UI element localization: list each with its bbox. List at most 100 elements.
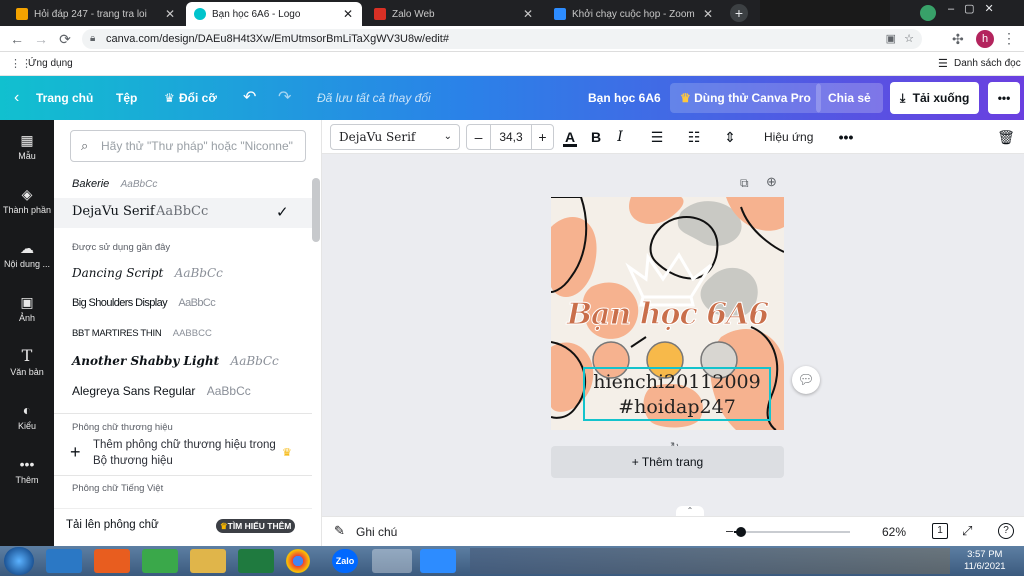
font-option[interactable]: Dancing Script AaBbCc [72, 266, 223, 280]
page-action-icon[interactable]: ▣ [886, 29, 896, 49]
font-option[interactable]: Big Shoulders Display AaBbCc [72, 295, 216, 309]
spacing-icon[interactable]: ⇕ [718, 124, 742, 150]
design-page[interactable]: Bạn học 6A6 hienchi20112009 #hoidap247 [551, 197, 784, 430]
explorer-icon[interactable] [190, 549, 226, 573]
page-count[interactable]: 1 [932, 523, 948, 539]
extension-status-icon[interactable] [920, 5, 936, 21]
rail-photos[interactable]: ▣ Ảnh [0, 294, 54, 323]
rail-elements[interactable]: ◈ Thành phần [0, 186, 54, 215]
new-tab-button[interactable]: + [730, 4, 748, 22]
collapse-notes-icon[interactable]: ⌃ [676, 506, 704, 516]
zoom-slider-thumb[interactable] [736, 527, 746, 537]
bottom-bar: ✎ Ghi chú – 62% 1 ⤢ ? [322, 516, 1024, 546]
ie-icon[interactable] [46, 549, 82, 573]
add-page-icon[interactable]: ⊕ [766, 174, 777, 190]
rail-text[interactable]: T Văn bản [0, 348, 54, 378]
reading-list-icon[interactable]: ☰ [938, 57, 948, 70]
system-clock[interactable]: 3:57 PM 11/6/2021 [964, 549, 1006, 573]
bold-button[interactable]: B [584, 124, 608, 150]
font-option[interactable]: Bakerie AaBbCc [72, 176, 157, 190]
reading-list-link[interactable]: Danh sách đọc [954, 58, 1021, 69]
redo-icon[interactable]: ↷ [278, 76, 291, 120]
reload-icon[interactable]: ⟳ [56, 30, 74, 48]
start-button[interactable] [4, 547, 34, 575]
close-icon[interactable]: ✕ [522, 7, 534, 21]
more-options-button[interactable]: ••• [988, 82, 1020, 114]
align-center-icon[interactable]: ☰ [645, 124, 669, 150]
rail-more[interactable]: ••• Thêm [0, 456, 54, 485]
star-icon[interactable]: ☆ [904, 29, 914, 49]
apps-link[interactable]: Ứng dụng [28, 58, 73, 69]
selected-textbox[interactable]: hienchi20112009 #hoidap247 [583, 367, 771, 421]
font-size-value[interactable]: 34,3 [491, 125, 531, 149]
chrome-active-icon[interactable] [372, 549, 412, 573]
comment-icon[interactable]: 💬︎ [792, 366, 820, 394]
rail-label: Thành phần [2, 205, 52, 215]
notes-button[interactable]: Ghi chú [356, 525, 397, 539]
help-icon[interactable]: ? [998, 523, 1014, 539]
back-icon[interactable]: ← [8, 30, 26, 48]
tab-zoom[interactable]: Khởi chạy cuộc họp - Zoom ✕ [546, 2, 722, 26]
design-title[interactable]: Bạn học 6A6 [588, 76, 661, 120]
resize-button[interactable]: Đổi cỡ [179, 76, 217, 120]
font-family-dropdown[interactable]: DejaVu Serif ⌄ [330, 124, 460, 150]
canvas-scrollbar[interactable] [1014, 154, 1022, 486]
add-page-button[interactable]: + Thêm trang [551, 446, 784, 478]
text-color-button[interactable]: A [558, 124, 582, 150]
zalo-taskbar-icon[interactable]: Zalo [332, 549, 358, 573]
rail-styles[interactable]: ◐ Kiểu [0, 402, 54, 431]
trash-icon[interactable]: 🗑︎ [994, 124, 1018, 150]
learn-more-badge[interactable]: ♛TÌM HIỂU THÊM [216, 519, 296, 533]
effects-button[interactable]: Hiệu ứng [764, 120, 813, 154]
file-menu[interactable]: Tệp [116, 76, 137, 120]
rail-uploads[interactable]: ☁ Nội dung ... [0, 240, 54, 269]
increase-size-button[interactable]: + [531, 125, 553, 149]
download-button[interactable]: ⤓ Tải xuống [890, 82, 980, 114]
url-field[interactable]: 🔒︎ canva.com/design/DAEu8H4t3Xw/EmUtmsor… [82, 29, 922, 49]
tab-hoidap[interactable]: Hỏi đáp 247 - trang tra loi ✕ [8, 2, 184, 26]
zoom-slider[interactable] [734, 527, 850, 537]
zoom-out-icon[interactable]: – [726, 523, 733, 538]
tab-zalo[interactable]: Zalo Web ✕ [366, 2, 542, 26]
close-icon[interactable]: ✕ [164, 7, 176, 21]
back-chevron-icon[interactable]: ‹ [14, 76, 19, 120]
close-icon[interactable]: ✕ [702, 7, 714, 21]
panel-scrollbar[interactable] [312, 178, 320, 242]
excel-icon[interactable] [238, 549, 274, 573]
browser-menu-icon[interactable]: ⋮ [1002, 30, 1016, 47]
font-option[interactable]: Alegreya Sans Regular AaBbCc [72, 384, 251, 398]
upload-font-link[interactable]: Tải lên phông chữ [66, 519, 159, 531]
profile-avatar[interactable]: h [976, 30, 994, 48]
add-brand-font-button[interactable]: + Thêm phông chữ thương hiệu trong Bộ th… [70, 436, 308, 470]
rail-templates[interactable]: ▦ Mẫu [0, 132, 54, 161]
notes-icon[interactable]: ✎ [334, 523, 345, 539]
window-controls[interactable]: –▢✕ [948, 2, 1024, 22]
more-toolbar-icon[interactable]: ••• [834, 124, 858, 150]
share-button[interactable]: Chia sẻ [816, 83, 883, 113]
try-pro-button[interactable]: ♛ Dùng thử Canva Pro [670, 83, 821, 113]
italic-button[interactable]: I [608, 124, 632, 150]
extensions-icon[interactable]: ✣ [952, 31, 964, 48]
app-icon[interactable] [142, 549, 178, 573]
list-icon[interactable]: ☷ [682, 124, 706, 150]
decrease-size-button[interactable]: – [467, 125, 491, 149]
forward-icon[interactable]: → [32, 30, 50, 48]
font-option[interactable]: BBT MARTIRES THIN AABBCC [72, 325, 212, 339]
font-size-stepper[interactable]: – 34,3 + [466, 124, 554, 150]
media-player-icon[interactable] [94, 549, 130, 573]
undo-icon[interactable]: ↶ [243, 76, 256, 120]
design-title-text[interactable]: Bạn học 6A6 [551, 297, 784, 333]
duplicate-page-icon[interactable]: ⧉ [740, 176, 749, 191]
zoom-level[interactable]: 62% [882, 525, 906, 539]
chrome-icon[interactable] [286, 549, 310, 573]
font-search-input[interactable]: ⌕ Hãy thử "Thư pháp" hoặc "Niconne" [70, 130, 306, 162]
close-icon[interactable]: ✕ [342, 7, 354, 21]
selected-font-row[interactable]: DejaVu Serif AaBbCc ✓ [54, 198, 312, 228]
home-button[interactable]: Trang chủ [36, 76, 93, 120]
fullscreen-icon[interactable]: ⤢ [962, 523, 972, 539]
font-option[interactable]: Another Shabby Light AaBbCc [72, 354, 279, 368]
rail-label: Thêm [15, 475, 39, 485]
zoom-taskbar-icon[interactable] [420, 549, 456, 573]
download-icon: ⤓ [900, 91, 906, 105]
tab-canva[interactable]: Bạn học 6A6 - Logo ✕ [186, 2, 362, 26]
